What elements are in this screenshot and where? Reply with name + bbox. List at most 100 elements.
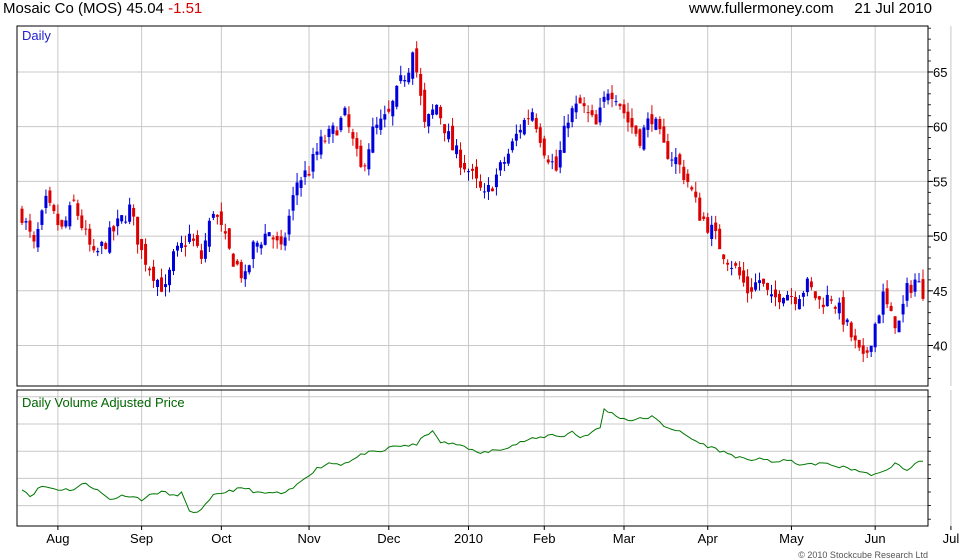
candle-body (76, 203, 80, 216)
candle-body (678, 154, 682, 165)
candle-body (849, 322, 853, 338)
candle-body (156, 279, 160, 287)
candle-body (897, 320, 901, 333)
candle-body (730, 267, 734, 269)
candle-body (407, 72, 411, 83)
candle-body (52, 205, 56, 212)
candle-body (363, 165, 367, 167)
y-tick-label: 45 (933, 284, 947, 299)
candle-body (474, 166, 478, 179)
candle-body (598, 107, 602, 123)
y-tick-label: 55 (933, 174, 947, 189)
candle-body (562, 125, 566, 153)
candle-body (271, 237, 275, 240)
candle-body (223, 231, 227, 234)
candle-body (455, 145, 459, 155)
candle-body (351, 132, 355, 139)
candle-body (570, 108, 574, 123)
candle-body (64, 220, 68, 227)
candle-body (347, 114, 351, 128)
candle-body (654, 118, 658, 130)
candle-body (526, 118, 530, 120)
candle-body (108, 227, 112, 253)
candle-body (56, 213, 60, 226)
y-tick-label: 50 (933, 229, 947, 244)
candle-body (136, 216, 140, 245)
x-tick-label: Sep (130, 531, 153, 546)
upper-panel-title: Daily (22, 28, 51, 43)
candle-body (44, 195, 48, 208)
candle-body (383, 114, 387, 120)
candle-body (865, 350, 869, 353)
candle-body (36, 228, 40, 248)
candle-body (247, 265, 251, 273)
candle-body (586, 112, 590, 114)
candle-body (785, 294, 789, 301)
x-tick-label: Feb (533, 531, 555, 546)
candle-body (881, 291, 885, 315)
candle-body (917, 281, 921, 283)
candle-body (869, 345, 873, 352)
candle-body (179, 242, 183, 248)
candle-body (502, 162, 506, 164)
candle-body (746, 276, 750, 294)
candle-body (303, 170, 307, 178)
candle-body (443, 124, 447, 134)
candle-body (24, 221, 28, 223)
candle-body (144, 243, 148, 265)
candle-body (447, 131, 451, 140)
candles (20, 41, 925, 363)
candle-body (116, 218, 120, 227)
candle-body (219, 211, 223, 225)
candle-body (187, 233, 191, 242)
candle-body (770, 294, 774, 297)
candle-body (793, 297, 797, 305)
candle-body (451, 125, 455, 151)
candle-body (821, 304, 825, 308)
candle-body (582, 103, 586, 107)
candle-body (777, 293, 781, 303)
candle-body (542, 138, 546, 156)
candle-body (478, 181, 482, 188)
candle-body (28, 220, 32, 232)
x-tick-label: Mar (613, 531, 636, 546)
candle-body (175, 245, 179, 251)
x-tick-label: Nov (297, 531, 321, 546)
x-tick-label: Aug (46, 531, 69, 546)
candle-body (427, 114, 431, 127)
x-tick-label: Oct (211, 531, 232, 546)
candle-body (602, 96, 606, 102)
candle-body (279, 236, 283, 245)
candle-body (355, 138, 359, 149)
candle-body (566, 122, 570, 129)
candle-body (88, 228, 92, 245)
candle-body (893, 316, 897, 329)
candle-body (104, 243, 108, 249)
candle-body (80, 215, 84, 229)
candle-body (215, 214, 219, 217)
candle-body (60, 220, 64, 227)
candle-body (909, 284, 913, 293)
candle-body (841, 297, 845, 325)
candle-body (431, 109, 435, 115)
candle-body (379, 118, 383, 130)
candle-body (203, 240, 207, 259)
price-chart: Daily Daily Volume Adjusted Price 40 45 50… (16, 25, 959, 546)
candle-body (670, 159, 674, 161)
candle-body (140, 239, 144, 251)
candle-body (319, 136, 323, 155)
candle-body (40, 210, 44, 225)
candle-body (84, 228, 88, 230)
candle-body (630, 118, 634, 128)
candle-body (921, 279, 925, 299)
candle-body (439, 106, 443, 119)
candle-body (267, 232, 271, 237)
candle-body (32, 235, 36, 242)
candle-body (738, 267, 742, 276)
candle-body (550, 161, 554, 163)
candle-body (191, 238, 195, 241)
candle-body (686, 173, 690, 183)
candle-body (287, 215, 291, 235)
candle-body (861, 345, 865, 354)
candle-body (714, 222, 718, 232)
